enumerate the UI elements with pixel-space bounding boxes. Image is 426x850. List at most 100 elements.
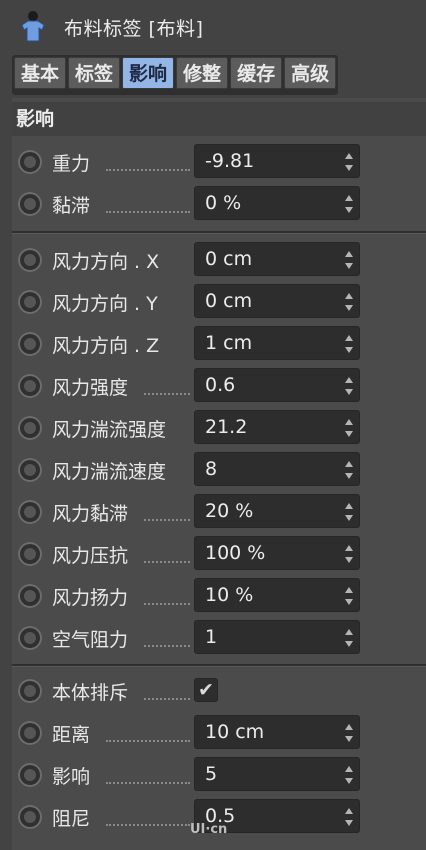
param-row-wind-pressure: 风力压抗 100 %: [16, 535, 426, 573]
field-value: 1 cm: [205, 332, 253, 354]
field-value: 8: [205, 458, 218, 480]
param-row-wind-y: 风力方向 . Y 0 cm: [16, 283, 426, 321]
param-label: 空气阻力: [52, 629, 129, 651]
spinner-arrows-icon[interactable]: [345, 724, 353, 742]
spinner-arrows-icon[interactable]: [345, 335, 353, 353]
animate-radio[interactable]: [18, 626, 42, 650]
animate-radio[interactable]: [18, 248, 42, 272]
spinner-arrows-icon[interactable]: [345, 195, 353, 213]
wind-pressure-input[interactable]: 100 %: [194, 536, 360, 570]
gravity-input[interactable]: -9.81: [194, 144, 360, 178]
self-repulsion-checkbox[interactable]: ✔: [194, 678, 218, 702]
animate-radio[interactable]: [18, 150, 42, 174]
spinner-arrows-icon[interactable]: [345, 251, 353, 269]
panel-title: 布料标签 [布料]: [64, 18, 204, 40]
wind-drag-input[interactable]: 20 %: [194, 494, 360, 528]
param-label: 风力方向 . Z: [52, 335, 160, 357]
field-value: 20 %: [205, 500, 254, 522]
animate-radio[interactable]: [18, 192, 42, 216]
field-value: 0 cm: [205, 290, 253, 312]
spinner-arrows-icon[interactable]: [345, 461, 353, 479]
param-row-wind-x: 风力方向 . X 0 cm: [16, 241, 426, 279]
cloth-tag-icon: [21, 11, 45, 42]
influence-panel: 影响 重力 -9.81 黏滞 0 % 风力方向 . X 0 cm 风力方向 . …: [12, 98, 426, 850]
param-label: 本体排斥: [52, 682, 129, 704]
field-value: 21.2: [205, 416, 248, 438]
field-value: 10 %: [205, 584, 254, 606]
param-row-wind-lift: 风力扬力 10 %: [16, 577, 426, 615]
animate-radio[interactable]: [18, 458, 42, 482]
spinner-arrows-icon[interactable]: [345, 808, 353, 826]
param-row-wind-drag: 风力黏滞 20 %: [16, 493, 426, 531]
field-value: -9.81: [205, 150, 255, 172]
wind-y-input[interactable]: 0 cm: [194, 284, 360, 318]
param-row-air-resistance: 空气阻力 1: [16, 619, 426, 657]
animate-radio[interactable]: [18, 500, 42, 524]
force-input[interactable]: 5: [194, 757, 360, 791]
wind-z-input[interactable]: 1 cm: [194, 326, 360, 360]
param-label: 影响: [52, 766, 91, 788]
attribute-header: 布料标签 [布料]: [0, 0, 426, 52]
wind-strength-input[interactable]: 0.6: [194, 368, 360, 402]
drag-input[interactable]: 0 %: [194, 186, 360, 220]
tab-basic[interactable]: 基本: [14, 57, 67, 89]
animate-radio[interactable]: [18, 542, 42, 566]
param-label: 黏滞: [52, 195, 91, 217]
animate-radio[interactable]: [18, 721, 42, 745]
wind-turbulence-strength-input[interactable]: 21.2: [194, 410, 360, 444]
param-label: 风力压抗: [52, 545, 129, 567]
animate-radio[interactable]: [18, 374, 42, 398]
param-label: 风力湍流速度: [52, 461, 167, 483]
spinner-arrows-icon[interactable]: [345, 766, 353, 784]
wind-x-input[interactable]: 0 cm: [194, 242, 360, 276]
param-row-wind-turbulence-speed: 风力湍流速度 8: [16, 451, 426, 489]
tab-bar: 基本 标签 影响 修整 缓存 高级: [12, 55, 339, 95]
spinner-arrows-icon[interactable]: [345, 629, 353, 647]
tab-cache[interactable]: 缓存: [230, 57, 283, 89]
field-value: 0.6: [205, 374, 236, 396]
air-resistance-input[interactable]: 1: [194, 620, 360, 654]
param-label: 风力方向 . X: [52, 251, 160, 273]
param-row-wind-strength: 风力强度 0.6: [16, 367, 426, 405]
tab-expert[interactable]: 高级: [284, 57, 337, 89]
spinner-arrows-icon[interactable]: [345, 545, 353, 563]
param-row-force: 影响 5: [16, 756, 426, 794]
checkmark-icon: ✔: [198, 679, 214, 701]
param-row-distance: 距离 10 cm: [16, 714, 426, 752]
spinner-arrows-icon[interactable]: [345, 587, 353, 605]
wind-lift-input[interactable]: 10 %: [194, 578, 360, 612]
param-label: 风力湍流强度: [52, 419, 167, 441]
param-label: 风力强度: [52, 377, 129, 399]
spinner-arrows-icon[interactable]: [345, 377, 353, 395]
distance-input[interactable]: 10 cm: [194, 715, 360, 749]
animate-radio[interactable]: [18, 416, 42, 440]
field-value: 5: [205, 763, 218, 785]
field-value: 1: [205, 626, 218, 648]
tab-tag[interactable]: 标签: [68, 57, 121, 89]
spinner-arrows-icon[interactable]: [345, 293, 353, 311]
animate-radio[interactable]: [18, 332, 42, 356]
animate-radio[interactable]: [18, 584, 42, 608]
animate-radio[interactable]: [18, 763, 42, 787]
spinner-arrows-icon[interactable]: [345, 503, 353, 521]
param-label: 风力黏滞: [52, 503, 129, 525]
section-title: 影响: [12, 102, 426, 136]
param-row-wind-turbulence-strength: 风力湍流强度 21.2: [16, 409, 426, 447]
watermark-logo: UI·cn: [190, 822, 228, 837]
field-value: 0 cm: [205, 248, 253, 270]
field-value: 10 cm: [205, 721, 265, 743]
wind-turbulence-speed-input[interactable]: 8: [194, 452, 360, 486]
param-label: 重力: [52, 153, 91, 175]
param-label: 风力方向 . Y: [52, 293, 158, 315]
animate-radio[interactable]: [18, 805, 42, 829]
spinner-arrows-icon[interactable]: [345, 153, 353, 171]
divider: [12, 231, 426, 234]
param-row-wind-z: 风力方向 . Z 1 cm: [16, 325, 426, 363]
animate-radio[interactable]: [18, 679, 42, 703]
animate-radio[interactable]: [18, 290, 42, 314]
param-row-self-repulsion: 本体排斥 ✔: [16, 672, 426, 710]
tab-dress[interactable]: 修整: [176, 57, 229, 89]
spinner-arrows-icon[interactable]: [345, 419, 353, 437]
tab-influence[interactable]: 影响: [122, 57, 175, 89]
param-row-drag: 黏滞 0 %: [16, 185, 426, 223]
